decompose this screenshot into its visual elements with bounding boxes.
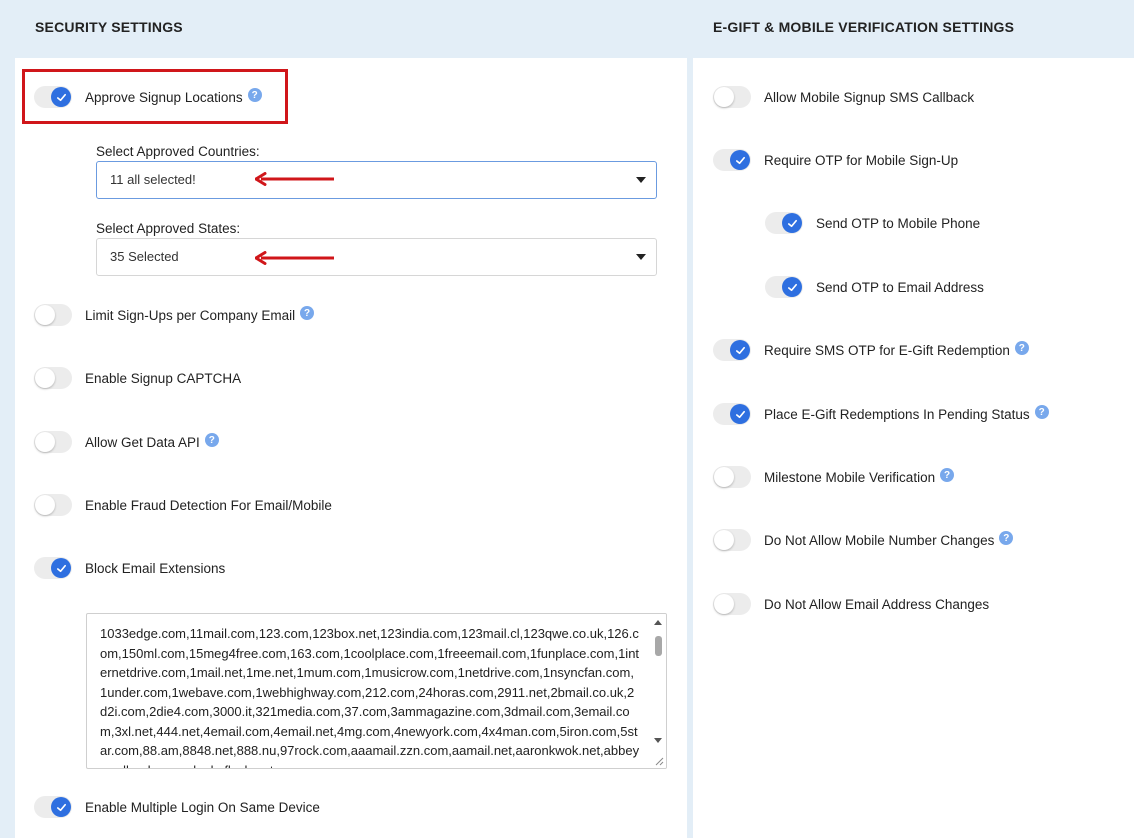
get-data-api-setting: Allow Get Data API ?	[34, 430, 219, 454]
help-icon[interactable]: ?	[204, 433, 219, 447]
approved-countries-label: Select Approved Countries:	[96, 144, 260, 159]
signup-captcha-setting: Enable Signup CAPTCHA	[34, 366, 241, 390]
help-icon[interactable]: ?	[999, 531, 1014, 545]
sms-otp-egift-toggle[interactable]	[713, 339, 751, 361]
check-icon	[735, 156, 745, 164]
approved-states-label: Select Approved States:	[96, 221, 241, 236]
multiple-login-label: Enable Multiple Login On Same Device	[85, 799, 320, 815]
annotation-arrow-icon	[255, 251, 334, 265]
sms-otp-egift-label: Require SMS OTP for E-Gift Redemption	[764, 342, 1010, 358]
get-data-api-toggle[interactable]	[34, 431, 72, 453]
annotation-arrow-icon	[255, 172, 334, 186]
approved-states-value: 35 Selected	[110, 249, 179, 264]
no-mobile-change-label: Do Not Allow Mobile Number Changes	[764, 532, 995, 548]
check-icon	[787, 283, 797, 291]
approved-countries-select[interactable]: 11 all selected!	[96, 161, 657, 199]
block-email-extensions-toggle[interactable]	[34, 557, 72, 579]
block-email-extensions-setting: Block Email Extensions	[34, 556, 225, 580]
security-settings-title: SECURITY SETTINGS	[15, 0, 687, 58]
check-icon	[787, 219, 797, 227]
help-icon[interactable]: ?	[1014, 341, 1029, 355]
signup-captcha-toggle[interactable]	[34, 367, 72, 389]
require-otp-label: Require OTP for Mobile Sign-Up	[764, 152, 959, 168]
no-email-change-setting: Do Not Allow Email Address Changes	[713, 592, 989, 616]
milestone-verification-toggle[interactable]	[713, 466, 751, 488]
no-email-change-label: Do Not Allow Email Address Changes	[764, 596, 990, 612]
check-icon	[56, 93, 66, 101]
otp-email-label: Send OTP to Email Address	[816, 279, 984, 295]
milestone-verification-setting: Milestone Mobile Verification ?	[713, 465, 955, 489]
check-icon	[56, 803, 66, 811]
pending-status-label: Place E-Gift Redemptions In Pending Stat…	[764, 406, 1030, 422]
otp-phone-toggle[interactable]	[765, 212, 803, 234]
multiple-login-toggle[interactable]	[34, 796, 72, 818]
caret-down-icon	[636, 254, 646, 260]
sms-callback-toggle[interactable]	[713, 86, 751, 108]
scroll-thumb[interactable]	[655, 636, 662, 656]
blocked-domains-text: 1033edge.com,11mail.com,123.com,123box.n…	[100, 626, 640, 768]
scroll-down-arrow-icon[interactable]	[654, 738, 662, 743]
check-icon	[56, 564, 66, 572]
no-mobile-change-setting: Do Not Allow Mobile Number Changes ?	[713, 528, 1014, 552]
otp-phone-setting: Send OTP to Mobile Phone	[765, 211, 980, 235]
no-mobile-change-toggle[interactable]	[713, 529, 751, 551]
check-icon	[735, 346, 745, 354]
help-icon[interactable]: ?	[940, 468, 955, 482]
approved-states-select[interactable]: 35 Selected	[96, 238, 657, 276]
multiple-login-setting: Enable Multiple Login On Same Device	[34, 795, 320, 819]
get-data-api-label: Allow Get Data API	[85, 434, 200, 450]
sms-callback-label: Allow Mobile Signup SMS Callback	[764, 89, 975, 105]
limit-signups-setting: Limit Sign-Ups per Company Email ?	[34, 303, 315, 327]
require-otp-setting: Require OTP for Mobile Sign-Up	[713, 148, 958, 172]
require-otp-toggle[interactable]	[713, 149, 751, 171]
block-email-extensions-label: Block Email Extensions	[85, 560, 226, 576]
signup-captcha-label: Enable Signup CAPTCHA	[85, 370, 242, 386]
otp-phone-label: Send OTP to Mobile Phone	[816, 215, 981, 231]
otp-email-toggle[interactable]	[765, 276, 803, 298]
resize-handle-icon[interactable]	[654, 756, 664, 766]
help-icon[interactable]: ?	[300, 306, 315, 320]
fraud-detection-toggle[interactable]	[34, 494, 72, 516]
otp-email-setting: Send OTP to Email Address	[765, 275, 984, 299]
textarea-scrollbar[interactable]	[651, 614, 666, 768]
approve-signup-locations-label: Approve Signup Locations	[85, 89, 243, 105]
sms-otp-egift-setting: Require SMS OTP for E-Gift Redemption ?	[713, 338, 1029, 362]
approve-signup-locations-toggle[interactable]	[34, 86, 72, 108]
approved-countries-value: 11 all selected!	[110, 172, 196, 187]
limit-signups-toggle[interactable]	[34, 304, 72, 326]
pending-status-toggle[interactable]	[713, 403, 751, 425]
help-icon[interactable]: ?	[247, 88, 262, 102]
milestone-verification-label: Milestone Mobile Verification	[764, 469, 936, 485]
sms-callback-setting: Allow Mobile Signup SMS Callback	[713, 85, 974, 109]
approve-signup-locations-setting: Approve Signup Locations ?	[34, 85, 262, 109]
pending-status-setting: Place E-Gift Redemptions In Pending Stat…	[713, 402, 1049, 426]
blocked-domains-textarea[interactable]: 1033edge.com,11mail.com,123.com,123box.n…	[86, 613, 667, 769]
help-icon[interactable]: ?	[1034, 405, 1049, 419]
scroll-up-arrow-icon[interactable]	[654, 620, 662, 625]
egift-mobile-settings-title: E-GIFT & MOBILE VERIFICATION SETTINGS	[693, 0, 1134, 58]
fraud-detection-setting: Enable Fraud Detection For Email/Mobile	[34, 493, 332, 517]
limit-signups-label: Limit Sign-Ups per Company Email	[85, 307, 296, 323]
no-email-change-toggle[interactable]	[713, 593, 751, 615]
caret-down-icon	[636, 177, 646, 183]
check-icon	[735, 410, 745, 418]
fraud-detection-label: Enable Fraud Detection For Email/Mobile	[85, 497, 332, 513]
